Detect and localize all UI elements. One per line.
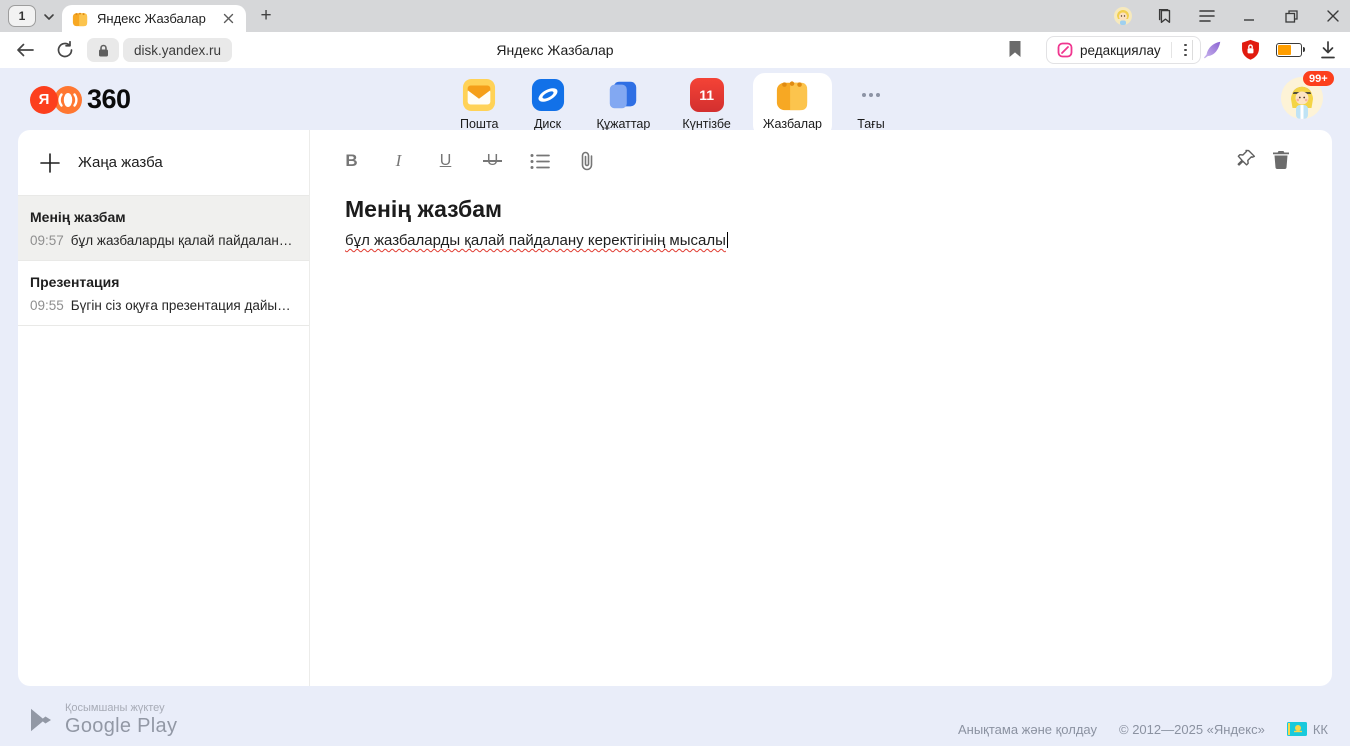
editor-toolbar: B I U U — [310, 130, 1332, 192]
dock-item-calendar[interactable]: 11 Күнтізбе — [672, 73, 741, 137]
browser-toolbar: disk.yandex.ru Яндекс Жазбалар редакциял… — [0, 32, 1350, 68]
mail-icon — [462, 78, 496, 112]
plus-icon — [39, 152, 61, 174]
bookmark-icon[interactable] — [1008, 40, 1026, 60]
browser-tab-active[interactable]: Яндекс Жазбалар — [62, 5, 246, 32]
more-icon — [854, 78, 888, 112]
new-note-button[interactable]: Жаңа жазба — [18, 130, 309, 196]
feather-extension-icon[interactable] — [1200, 38, 1224, 62]
edit-mode-pill[interactable]: редакциялау — [1046, 36, 1201, 64]
browser-window: 1 Яндекс Жазбалар + — [0, 0, 1350, 746]
dock-label: Күнтізбе — [682, 117, 731, 131]
battery-icon[interactable] — [1276, 43, 1302, 57]
text-cursor — [727, 232, 729, 248]
dock-label: Құжаттар — [597, 117, 651, 131]
underline-button[interactable]: U — [435, 152, 456, 170]
app-dock: Пошта Диск Құжаттар 11 Күнтізбе Жазбалар… — [450, 73, 898, 137]
copyright-text: © 2012—2025 «Яндекс» — [1119, 722, 1265, 737]
bold-button[interactable]: B — [341, 151, 362, 171]
bullet-list-button[interactable] — [529, 153, 550, 170]
notes-icon — [775, 78, 809, 112]
docs-icon — [606, 78, 640, 112]
back-icon[interactable] — [14, 39, 36, 61]
dock-label: Пошта — [460, 117, 499, 131]
pin-note-button[interactable] — [1236, 148, 1257, 174]
note-item-time: 09:57 — [30, 233, 64, 248]
yandex360-logo[interactable]: Я 360 — [30, 84, 131, 115]
side-panel-icon[interactable] — [1156, 7, 1174, 25]
google-play-link[interactable]: Қосымшаны жүктеу Google Play — [28, 702, 177, 738]
notes-app-card: Жаңа жазба Менің жазбам 09:57 бұл жазбал… — [18, 130, 1332, 686]
lock-icon — [98, 44, 109, 57]
language-switcher[interactable]: КК — [1287, 722, 1328, 737]
dock-item-disk[interactable]: Диск — [521, 73, 575, 137]
help-support-link[interactable]: Анықтама және қолдау — [958, 722, 1097, 737]
logo-360-icon — [54, 86, 82, 114]
editor-note-body[interactable]: бұл жазбаларды қалай пайдалану керектігі… — [345, 232, 1332, 249]
tab-title: Яндекс Жазбалар — [97, 11, 220, 26]
page-footer: Қосымшаны жүктеу Google Play Анықтама жә… — [0, 686, 1350, 746]
window-close-icon[interactable] — [1324, 7, 1342, 25]
notification-badge: 99+ — [1303, 71, 1334, 86]
refresh-icon[interactable] — [54, 39, 76, 61]
yandex360-header: Я 360 Пошта Диск Құжаттар 11 Күнтізбе — [0, 68, 1350, 130]
delete-note-button[interactable] — [1272, 149, 1290, 174]
browser-tab-bar: 1 Яндекс Жазбалар + — [0, 0, 1350, 32]
logo-360-text: 360 — [87, 84, 131, 115]
note-item-time: 09:55 — [30, 298, 64, 313]
note-item-preview: Бүгін сіз оқуға презентация дайында... — [71, 298, 297, 313]
window-restore-icon[interactable] — [1282, 7, 1300, 25]
browser-menu-icon[interactable] — [1198, 7, 1216, 25]
notes-sidebar: Жаңа жазба Менің жазбам 09:57 бұл жазбал… — [18, 130, 310, 686]
dock-label: Жазбалар — [763, 117, 822, 131]
disk-icon — [531, 78, 565, 112]
profile-avatar-mini[interactable] — [1114, 7, 1132, 25]
edit-mode-label: редакциялау — [1080, 43, 1161, 58]
note-editor: B I U U Менің жаз — [310, 130, 1332, 686]
new-note-label: Жаңа жазба — [78, 154, 163, 171]
calendar-icon: 11 — [690, 78, 724, 112]
dock-item-notes[interactable]: Жазбалар — [753, 73, 832, 137]
google-play-caption: Қосымшаны жүктеу — [65, 702, 177, 714]
protect-shield-icon[interactable] — [1238, 38, 1262, 62]
kazakhstan-flag-icon — [1287, 722, 1307, 736]
editor-note-title[interactable]: Менің жазбам — [345, 196, 1332, 223]
google-play-icon — [28, 706, 54, 734]
new-tab-button[interactable]: + — [254, 4, 278, 28]
address-bar-page-title[interactable]: Яндекс Жазбалар — [430, 32, 680, 68]
note-body-text: бұл жазбаларды қалай пайдалану керектігі… — [345, 232, 726, 249]
tab-list-chevron-icon[interactable] — [40, 8, 58, 26]
notes-favicon-icon — [72, 11, 88, 27]
note-item-title: Менің жазбам — [30, 209, 297, 225]
dock-label: Тағы — [857, 117, 885, 131]
edit-mode-icon — [1057, 42, 1073, 58]
note-item-title: Презентация — [30, 274, 297, 290]
dock-label: Диск — [534, 117, 561, 131]
dock-item-more[interactable]: Тағы — [844, 73, 898, 137]
pill-divider — [1171, 42, 1172, 58]
note-item-preview: бұл жазбаларды қалай пайдалану ке... — [71, 233, 297, 248]
tab-close-icon[interactable] — [220, 11, 236, 27]
tab-counter-button[interactable]: 1 — [8, 5, 36, 27]
strikethrough-button[interactable]: U — [487, 152, 499, 170]
attach-file-button[interactable] — [576, 151, 597, 171]
note-list-item[interactable]: Менің жазбам 09:57 бұл жазбаларды қалай … — [18, 196, 309, 261]
site-security-chip[interactable] — [87, 38, 119, 62]
yandex-logo-icon: Я — [30, 86, 58, 114]
language-code: КК — [1313, 722, 1328, 737]
google-play-label: Google Play — [65, 715, 177, 738]
dock-item-mail[interactable]: Пошта — [450, 73, 509, 137]
toolbar-separator — [1192, 40, 1193, 60]
dock-item-docs[interactable]: Құжаттар — [587, 73, 661, 137]
note-list-item[interactable]: Презентация 09:55 Бүгін сіз оқуға презен… — [18, 261, 309, 326]
downloads-icon[interactable] — [1316, 38, 1340, 62]
italic-button[interactable]: I — [388, 151, 409, 171]
url-domain-chip[interactable]: disk.yandex.ru — [123, 38, 232, 62]
window-minimize-icon[interactable] — [1240, 7, 1258, 25]
